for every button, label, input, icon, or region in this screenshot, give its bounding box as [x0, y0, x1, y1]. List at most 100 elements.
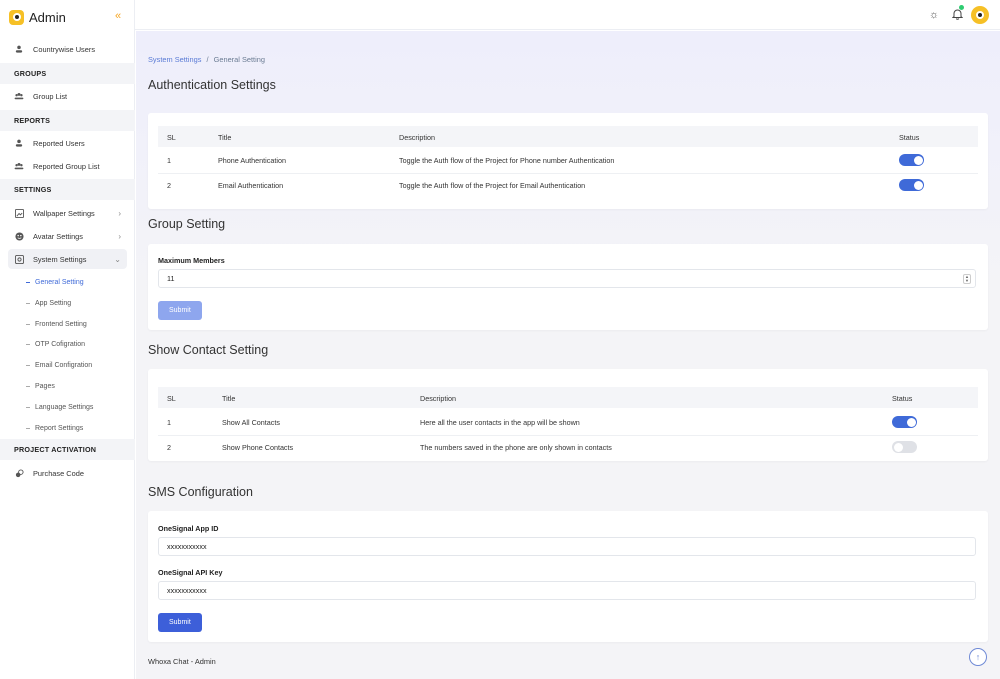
api-key-value: xxxxxxxxxxx: [167, 586, 207, 595]
col-sl: SL: [167, 133, 176, 142]
breadcrumb-parent[interactable]: System Settings: [148, 55, 201, 64]
image-icon: [11, 208, 27, 218]
sidebar-sub-email-configration[interactable]: Email Configration: [26, 358, 92, 372]
sun-icon[interactable]: ☼: [928, 9, 940, 21]
sidebar-item-purchase-code[interactable]: Purchase Code: [8, 463, 127, 483]
sidebar-sub-label: General Setting: [35, 278, 84, 286]
sidebar-sub-frontend-setting[interactable]: Frontend Setting: [26, 317, 87, 331]
section-settings: SETTINGS: [0, 179, 135, 200]
max-members-input[interactable]: 11 ▲ ▼: [158, 269, 976, 288]
row-title: Phone Authentication: [218, 156, 286, 165]
group-icon: [11, 92, 27, 100]
sidebar-item-label: System Settings: [33, 254, 87, 264]
breadcrumb: System Settings / General Setting: [148, 55, 265, 64]
section-project-activation: PROJECT ACTIVATION: [0, 439, 135, 460]
sidebar-item-countrywise-users[interactable]: Countrywise Users: [8, 39, 127, 59]
sidebar-item-label: Wallpaper Settings: [33, 208, 95, 218]
contact-table-header: SL Title Description Status: [158, 387, 978, 408]
chevron-right-icon: ›: [118, 231, 121, 241]
col-description: Description: [420, 394, 456, 403]
max-members-value: 11: [167, 274, 175, 283]
row-description: The numbers saved in the phone are only …: [420, 443, 612, 452]
key-icon: [11, 468, 27, 478]
brand[interactable]: Admin: [0, 0, 134, 34]
sidebar-sub-label: Pages: [35, 382, 55, 390]
api-key-input[interactable]: xxxxxxxxxxx: [158, 581, 976, 600]
settings-box-icon: [11, 254, 27, 264]
col-title: Title: [222, 394, 236, 403]
chevron-down-icon: ⌄: [114, 254, 121, 264]
avatar[interactable]: [971, 6, 989, 24]
breadcrumb-separator: /: [206, 55, 209, 64]
section-reports: REPORTS: [0, 110, 135, 131]
row-description: Toggle the Auth flow of the Project for …: [399, 181, 586, 190]
sidebar-item-group-list[interactable]: Group List: [8, 86, 127, 106]
group-icon: [11, 162, 27, 170]
row-divider: [158, 173, 978, 174]
collapse-sidebar-icon[interactable]: «: [115, 10, 121, 22]
sidebar-item-wallpaper-settings[interactable]: Wallpaper Settings ›: [8, 203, 127, 223]
sidebar-item-label: Reported Group List: [33, 161, 100, 171]
sidebar-item-avatar-settings[interactable]: Avatar Settings ›: [8, 226, 127, 246]
sidebar-sub-language-settings[interactable]: Language Settings: [26, 400, 93, 414]
row-sl: 2: [167, 443, 171, 452]
sidebar-sub-label: Email Configration: [35, 361, 93, 369]
sidebar-sub-label: Language Settings: [35, 403, 94, 411]
sidebar-item-reported-users[interactable]: Reported Users: [8, 133, 127, 153]
sidebar-item-label: Avatar Settings: [33, 231, 83, 241]
auth-table-header: SL Title Description Status: [158, 126, 978, 147]
sidebar-item-reported-group-list[interactable]: Reported Group List: [8, 156, 127, 176]
sms-submit-button[interactable]: Submit: [158, 613, 202, 632]
topbar: ☼: [135, 0, 1000, 30]
row-sl: 1: [167, 418, 171, 427]
col-description: Description: [399, 133, 435, 142]
sms-section-title: SMS Configuration: [148, 485, 253, 499]
spinner-icon[interactable]: ▲ ▼: [963, 274, 971, 284]
sidebar-item-system-settings[interactable]: System Settings ⌄: [8, 249, 127, 269]
api-key-label: OneSignal API Key: [158, 568, 223, 577]
sidebar: Admin « Countrywise Users GROUPS Group L…: [0, 0, 135, 679]
sms-card: OneSignal App ID xxxxxxxxxxx OneSignal A…: [148, 511, 988, 642]
app-id-value: xxxxxxxxxxx: [167, 542, 207, 551]
row-title: Show All Contacts: [222, 418, 280, 427]
row-divider: [158, 435, 978, 436]
sidebar-sub-label: Frontend Setting: [35, 320, 87, 328]
footer-text: Whoxa Chat - Admin: [148, 657, 216, 666]
user-icon: [11, 45, 27, 53]
show-phone-contacts-toggle[interactable]: [892, 441, 917, 453]
row-title: Email Authentication: [218, 181, 284, 190]
section-groups: GROUPS: [0, 63, 135, 84]
chevron-right-icon: ›: [118, 208, 121, 218]
group-section-title: Group Setting: [148, 217, 226, 231]
user-icon: [11, 139, 27, 147]
row-description: Toggle the Auth flow of the Project for …: [399, 156, 615, 165]
sidebar-item-label: Countrywise Users: [33, 44, 96, 54]
sidebar-sub-label: Report Settings: [35, 424, 84, 432]
app-id-input[interactable]: xxxxxxxxxxx: [158, 537, 976, 556]
logo-icon: [9, 9, 24, 25]
group-submit-button[interactable]: Submit: [158, 301, 202, 320]
sidebar-item-label: Purchase Code: [33, 468, 84, 478]
sidebar-sub-app-setting[interactable]: App Setting: [26, 296, 71, 310]
email-auth-toggle[interactable]: [899, 179, 924, 191]
row-description: Here all the user contacts in the app wi…: [420, 418, 580, 427]
row-sl: 1: [167, 156, 171, 165]
sidebar-sub-report-settings[interactable]: Report Settings: [26, 421, 83, 435]
sidebar-sub-label: App Setting: [35, 299, 72, 307]
auth-section-title: Authentication Settings: [148, 78, 276, 92]
col-status: Status: [892, 394, 913, 403]
sidebar-sub-otp-configration[interactable]: OTP Cofigration: [26, 337, 85, 351]
auth-card: SL Title Description Status 1 Phone Auth…: [148, 113, 988, 209]
sidebar-sub-pages[interactable]: Pages: [26, 379, 55, 393]
face-icon: [11, 231, 27, 241]
row-title: Show Phone Contacts: [222, 443, 294, 452]
col-sl: SL: [167, 394, 176, 403]
sidebar-sub-general-setting[interactable]: General Setting: [26, 275, 84, 289]
scroll-top-icon[interactable]: ↑: [969, 648, 987, 666]
notification-dot: [959, 5, 964, 10]
phone-auth-toggle[interactable]: [899, 154, 924, 166]
show-all-contacts-toggle[interactable]: [892, 416, 917, 428]
brand-title: Admin: [29, 9, 66, 25]
row-sl: 2: [167, 181, 171, 190]
group-card: Maximum Members 11 ▲ ▼ Submit: [148, 244, 988, 330]
